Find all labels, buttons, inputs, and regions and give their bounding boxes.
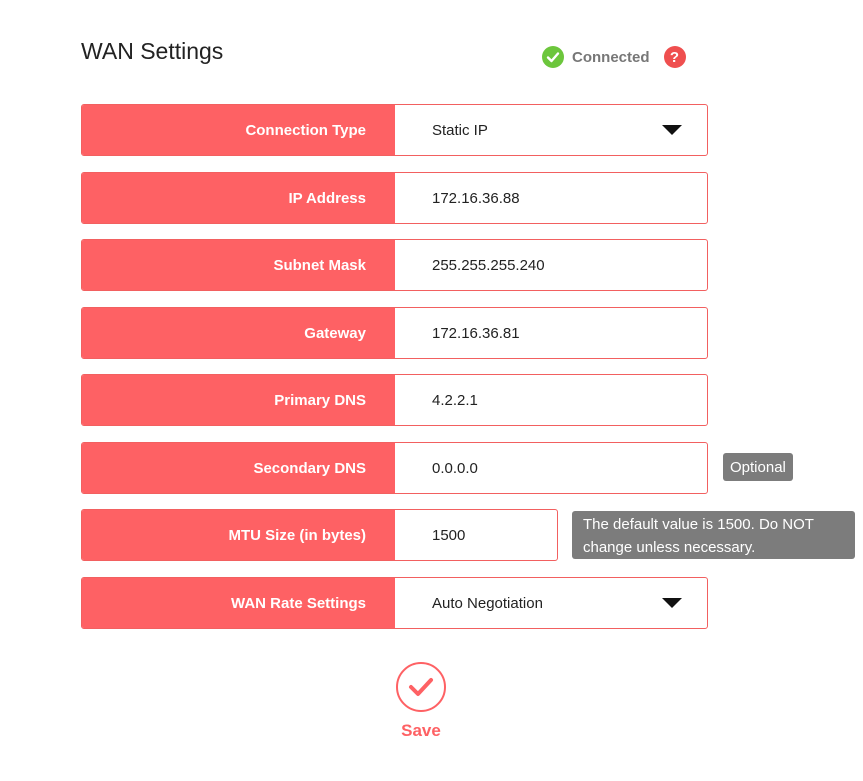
connection-type-label: Connection Type [82, 105, 395, 155]
mtu-tooltip: The default value is 1500. Do NOT change… [572, 511, 855, 559]
wan-settings-page: WAN Settings Connected ? Connection Type… [0, 0, 863, 781]
primary-dns-input[interactable] [432, 391, 662, 409]
connection-type-row: Connection Type Static IP [81, 104, 708, 156]
secondary-dns-cell [395, 443, 707, 493]
mtu-size-cell [395, 510, 557, 560]
gateway-cell [395, 308, 707, 358]
ip-address-row: IP Address [81, 172, 708, 224]
checkmark-icon[interactable] [396, 662, 446, 712]
secondary-dns-row: Secondary DNS [81, 442, 708, 494]
chevron-down-icon[interactable] [662, 125, 682, 135]
gateway-row: Gateway [81, 307, 708, 359]
gateway-label: Gateway [82, 308, 395, 358]
connection-status: Connected ? [542, 45, 686, 69]
status-text: Connected [572, 48, 650, 66]
mtu-size-row: MTU Size (in bytes) [81, 509, 558, 561]
mtu-size-input[interactable] [432, 526, 557, 544]
help-icon[interactable]: ? [663, 46, 686, 68]
subnet-mask-input[interactable] [432, 256, 662, 274]
secondary-dns-label: Secondary DNS [82, 443, 395, 493]
primary-dns-row: Primary DNS [81, 374, 708, 426]
subnet-mask-label: Subnet Mask [82, 240, 395, 290]
mtu-size-label: MTU Size (in bytes) [82, 510, 395, 560]
wan-rate-select[interactable]: Auto Negotiation [395, 578, 707, 628]
gateway-input[interactable] [432, 324, 662, 342]
primary-dns-cell [395, 375, 707, 425]
chevron-down-icon[interactable] [662, 598, 682, 608]
save-button[interactable]: Save [380, 662, 462, 741]
primary-dns-label: Primary DNS [82, 375, 395, 425]
optional-tooltip: Optional [723, 453, 793, 481]
wan-rate-row: WAN Rate Settings Auto Negotiation [81, 577, 708, 629]
ip-address-input[interactable] [432, 189, 662, 207]
ip-address-label: IP Address [82, 173, 395, 223]
subnet-mask-cell [395, 240, 707, 290]
check-circle-icon [542, 46, 564, 68]
wan-rate-label: WAN Rate Settings [82, 578, 395, 628]
subnet-mask-row: Subnet Mask [81, 239, 708, 291]
connection-type-value: Static IP [432, 121, 488, 139]
secondary-dns-input[interactable] [432, 459, 662, 477]
ip-address-cell [395, 173, 707, 223]
wan-rate-value: Auto Negotiation [432, 594, 543, 612]
save-label: Save [401, 721, 441, 740]
connection-type-select[interactable]: Static IP [395, 105, 707, 155]
page-title: WAN Settings [81, 38, 224, 64]
